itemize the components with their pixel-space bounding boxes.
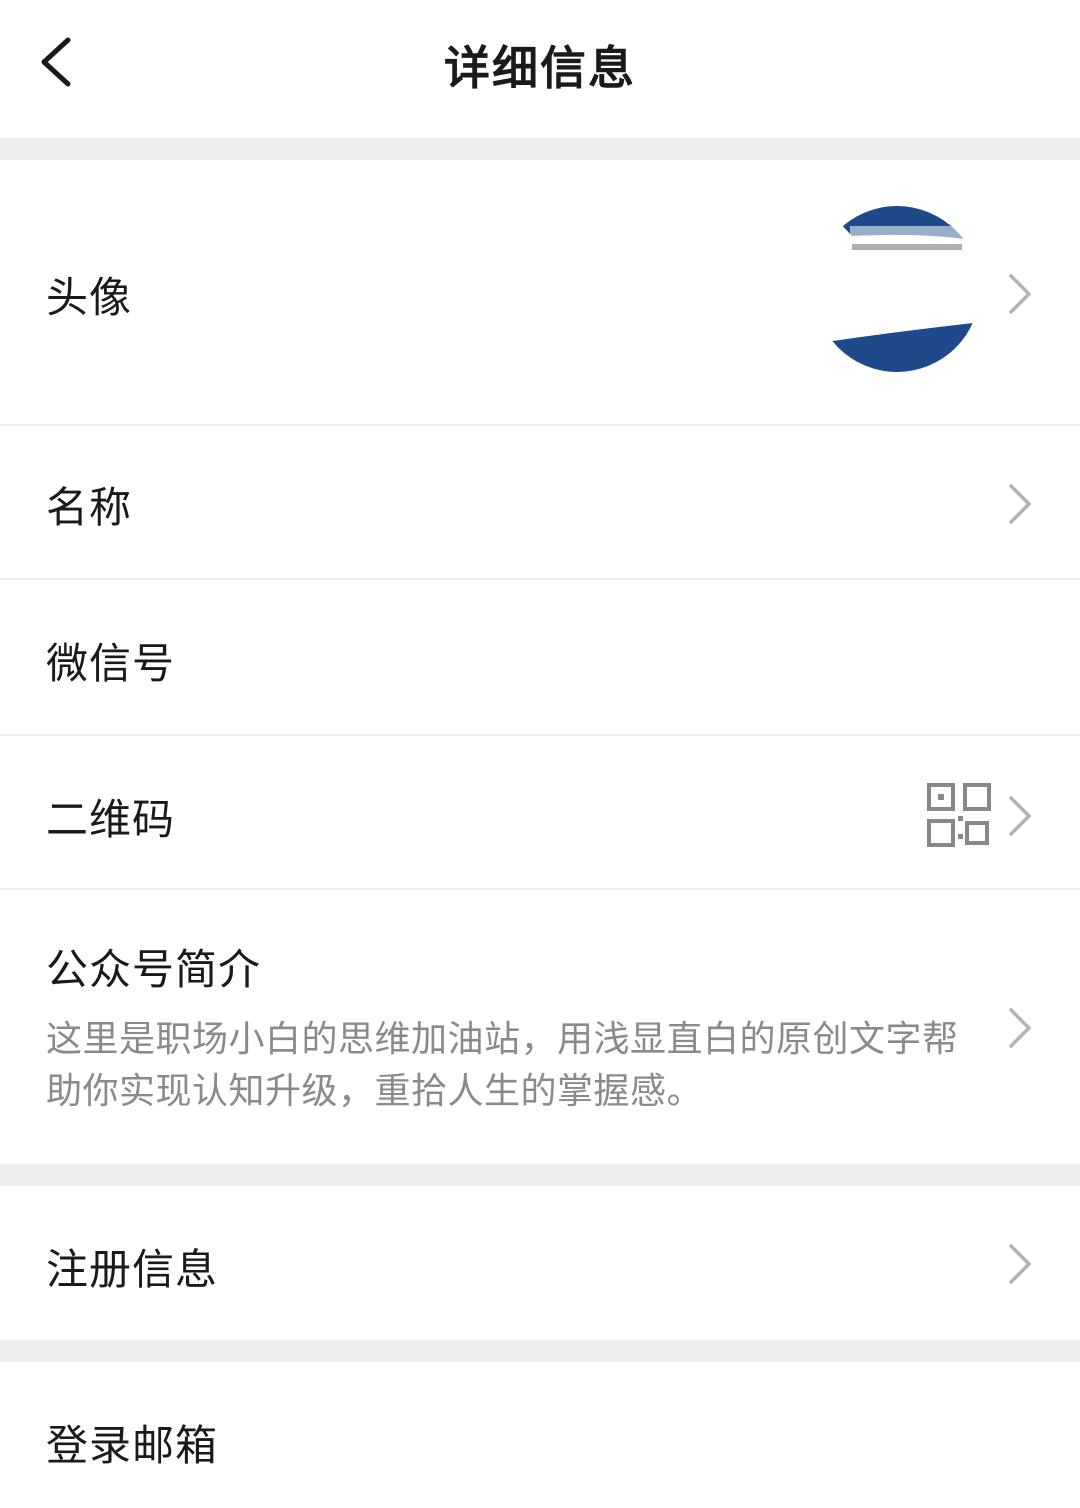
login-email-section: 登录邮箱 xyxy=(0,1362,1080,1508)
chevron-right-icon xyxy=(1009,1008,1031,1048)
intro-label: 公众号简介 xyxy=(46,945,262,994)
wechat-id-label: 微信号 xyxy=(46,639,176,688)
intro-row[interactable]: 公众号简介 这里是职场小白的思维加油站，用浅显直白的原创文字帮助你实现认知升级，… xyxy=(0,890,1080,1164)
page-title: 详细信息 xyxy=(444,41,636,95)
name-label: 名称 xyxy=(46,483,133,532)
avatar-label: 头像 xyxy=(46,273,133,322)
avatar[interactable] xyxy=(812,204,982,374)
nav-bar: 详细信息 xyxy=(0,0,1080,138)
registration-row[interactable]: 注册信息 xyxy=(0,1186,1080,1340)
login-email-label: 登录邮箱 xyxy=(46,1421,219,1470)
name-row[interactable]: 名称 xyxy=(0,426,1080,578)
chevron-right-icon xyxy=(1009,484,1031,524)
login-email-row: 登录邮箱 xyxy=(0,1362,1080,1508)
intro-text: 这里是职场小白的思维加油站，用浅显直白的原创文字帮助你实现认知升级，重拾人生的掌… xyxy=(46,1019,959,1112)
chevron-right-icon xyxy=(1009,1244,1031,1284)
qr-code-label: 二维码 xyxy=(46,795,176,844)
qr-code-row[interactable]: 二维码 xyxy=(0,736,1080,888)
registration-label: 注册信息 xyxy=(46,1245,219,1294)
wechat-id-row: 微信号 xyxy=(0,580,1080,734)
profile-section: 头像 名称 微信号 二维码 公众号简介 这里是职场小白的思维加油站，用浅显直白的… xyxy=(0,160,1080,1164)
avatar-row[interactable]: 头像 xyxy=(0,160,1080,424)
chevron-right-icon xyxy=(1009,274,1031,314)
chevron-right-icon xyxy=(1009,796,1031,836)
registration-section: 注册信息 xyxy=(0,1186,1080,1340)
qr-code-icon xyxy=(927,783,991,847)
